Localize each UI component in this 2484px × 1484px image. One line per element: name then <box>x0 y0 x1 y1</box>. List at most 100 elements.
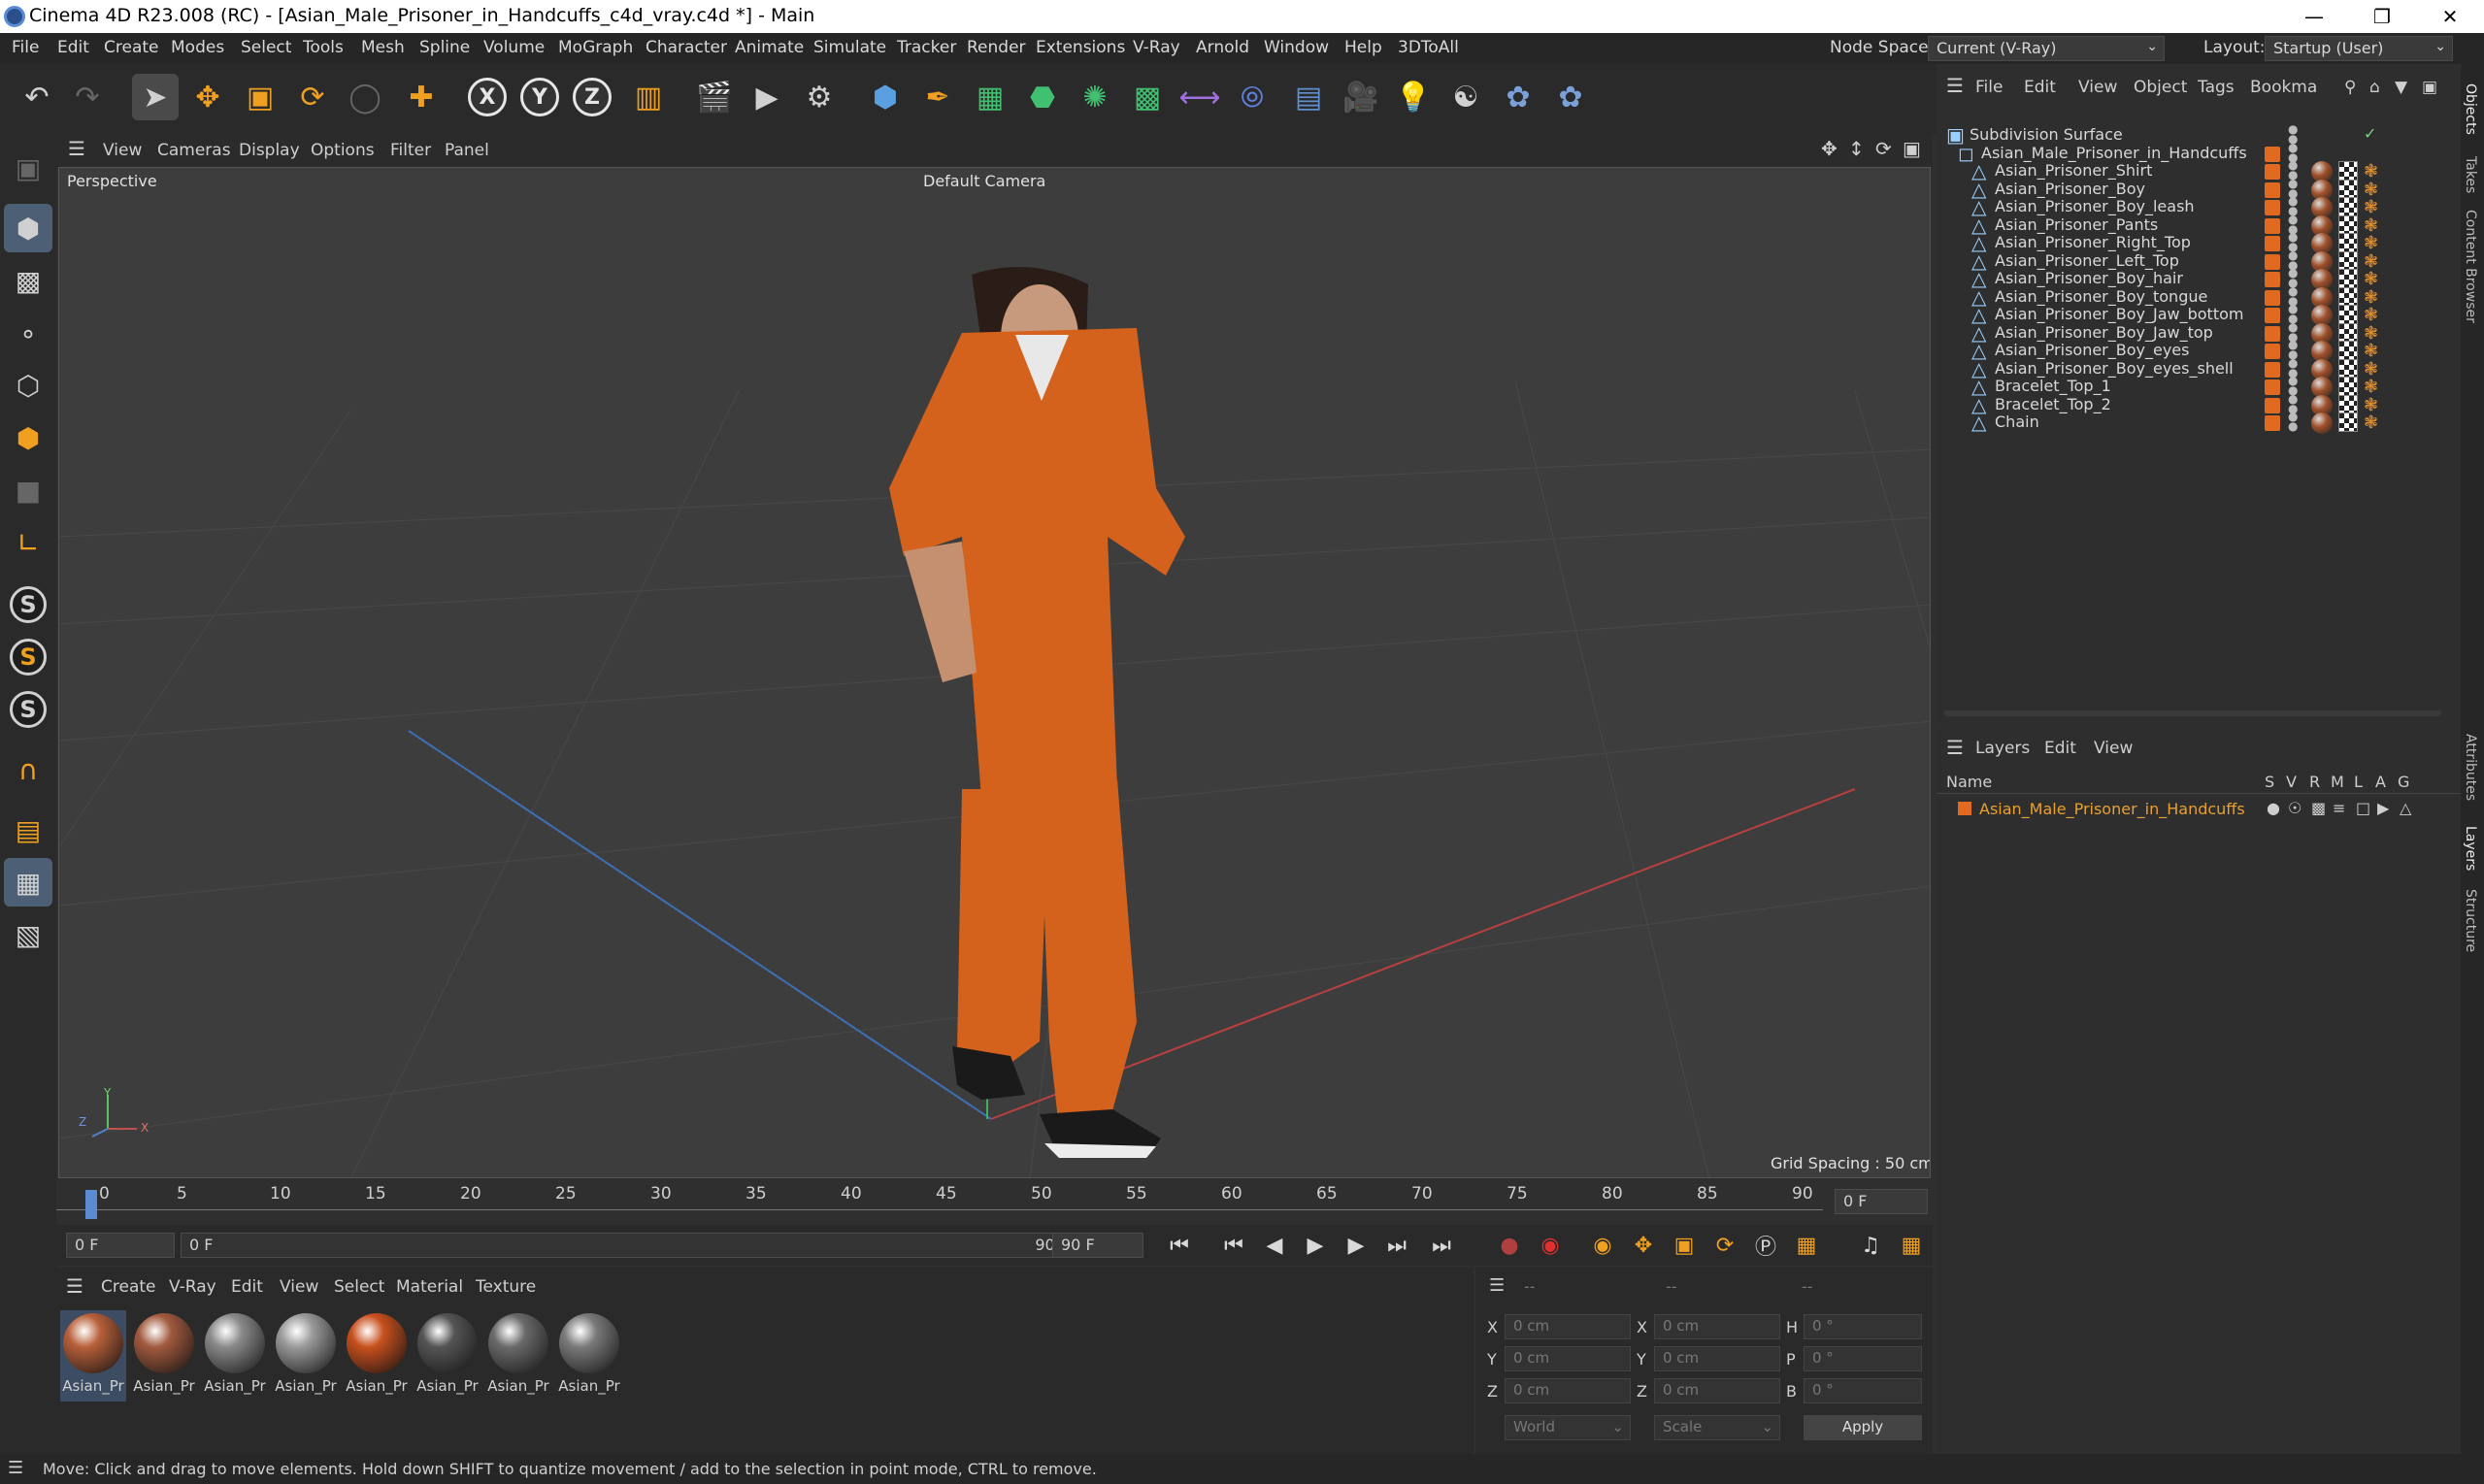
key-pla-icon[interactable]: ▦ <box>1790 1229 1823 1262</box>
size-z-field[interactable]: 0 cm <box>1654 1378 1780 1403</box>
extrude-icon[interactable]: ⬣ <box>1019 74 1066 120</box>
viewport-zoom-icon[interactable]: ↕ <box>1848 137 1865 160</box>
object-menu-tags[interactable]: Tags <box>2198 78 2235 97</box>
menu-create[interactable]: Create <box>104 38 159 57</box>
menu-arnold[interactable]: Arnold <box>1196 38 1249 57</box>
render-view-icon[interactable]: ▶ <box>744 74 790 120</box>
layer-color-swatch[interactable] <box>1958 802 1971 815</box>
position-x-field[interactable]: 0 cm <box>1505 1314 1631 1339</box>
visible-eye-icon[interactable]: ☉ <box>2288 799 2302 817</box>
pen-spline-icon[interactable]: ✒ <box>914 74 961 120</box>
cube-icon[interactable]: ⬢ <box>862 74 909 120</box>
tab-objects[interactable]: Objects <box>2463 83 2478 135</box>
tab-takes[interactable]: Takes <box>2463 156 2478 193</box>
tab-structure[interactable]: Structure <box>2463 889 2478 952</box>
point-mode-icon[interactable]: ∘ <box>4 309 52 357</box>
phong-tag-icon[interactable]: ❃ <box>2364 412 2378 433</box>
hamburger-icon[interactable]: ☰ <box>68 137 85 160</box>
material-menu-texture[interactable]: Texture <box>476 1277 536 1297</box>
render-settings-icon[interactable]: ⚙ <box>796 74 843 120</box>
minimize-button[interactable]: — <box>2280 0 2348 33</box>
layout-dropdown[interactable]: Startup (User) ⌄ <box>2265 36 2453 61</box>
animation-icon[interactable]: ▶ <box>2377 799 2389 817</box>
timeline-window-icon[interactable]: ▦ <box>1895 1229 1928 1262</box>
hamburger-icon[interactable]: ☰ <box>1489 1275 1505 1296</box>
python-icon[interactable]: ✿ <box>1495 74 1541 120</box>
mograph-icon[interactable]: ▩ <box>1124 74 1171 120</box>
viewport-menu-options[interactable]: Options <box>311 141 375 160</box>
vray-icon[interactable]: ☯ <box>1442 74 1489 120</box>
object-menu-view[interactable]: View <box>2078 78 2117 97</box>
home-icon[interactable]: ⌂ <box>2369 78 2380 97</box>
menu-select[interactable]: Select <box>241 38 291 57</box>
object-mode-icon[interactable]: ⬢ <box>4 204 52 252</box>
material-menu-edit[interactable]: Edit <box>231 1277 263 1297</box>
key-rotation-icon[interactable]: ⟳ <box>1708 1229 1741 1262</box>
texture-mode-icon[interactable]: ▩ <box>4 256 52 305</box>
move-tool-button[interactable]: ✥ <box>184 74 231 120</box>
light-icon[interactable]: 💡 <box>1390 74 1437 120</box>
rotation-b-field[interactable]: 0 ° <box>1804 1378 1922 1403</box>
node-space-dropdown[interactable]: Current (V-Ray) ⌄ <box>1928 36 2165 61</box>
timeline-ruler[interactable]: 0 5 10 15 20 25 30 35 40 45 50 55 60 65 … <box>56 1180 1933 1223</box>
render-icon[interactable]: ▩ <box>2311 799 2326 817</box>
keyframe-selection-icon[interactable]: ◉ <box>1586 1229 1619 1262</box>
current-frame-field[interactable]: 0 F <box>1835 1189 1928 1214</box>
end-frame-field[interactable]: 90 F <box>1052 1233 1143 1258</box>
key-parameter-icon[interactable]: Ⓟ <box>1749 1229 1782 1262</box>
tab-content-browser[interactable]: Content Browser <box>2463 210 2478 323</box>
rotation-h-field[interactable]: 0 ° <box>1804 1314 1922 1339</box>
object-menu-file[interactable]: File <box>1975 78 2003 97</box>
coordinate-system-dropdown[interactable]: World ⌄ <box>1505 1415 1631 1440</box>
redo-button[interactable]: ↷ <box>64 74 111 120</box>
play-icon[interactable]: ▶ <box>1299 1229 1332 1262</box>
material-thumbnail[interactable]: Asian_Pr <box>485 1310 551 1402</box>
menu-mograph[interactable]: MoGraph <box>558 38 633 57</box>
coordinate-system-button[interactable]: ▥ <box>625 74 672 120</box>
object-name[interactable]: Chain <box>1995 412 2039 431</box>
viewport-maximize-icon[interactable]: ▣ <box>1903 137 1921 160</box>
range-slider[interactable]: 0 F90 F <box>181 1233 1083 1258</box>
menu-tools[interactable]: Tools <box>303 38 344 57</box>
layer-row[interactable]: Asian_Male_Prisoner_in_Handcuffs ● ☉ ▩ ≡… <box>1937 796 2461 823</box>
record-icon[interactable]: ● <box>1493 1229 1526 1262</box>
layer-color-swatch[interactable] <box>2265 415 2280 431</box>
size-x-field[interactable]: 0 cm <box>1654 1314 1780 1339</box>
menu-animate[interactable]: Animate <box>735 38 804 57</box>
menu-file[interactable]: File <box>12 38 39 57</box>
quantize-icon[interactable]: S <box>4 685 52 734</box>
workplane-icon[interactable]: ▤ <box>4 806 52 854</box>
layers-menu-layers[interactable]: Layers <box>1975 739 2030 758</box>
tab-attributes[interactable]: Attributes <box>2463 734 2478 801</box>
object-row[interactable]: △ Chain ❃ ● ● <box>1937 408 2441 437</box>
object-scrollbar[interactable] <box>1944 710 2441 716</box>
object-menu-bookmarks[interactable]: Bookma <box>2250 78 2317 97</box>
tab-layers[interactable]: Layers <box>2463 826 2478 871</box>
cloner-icon[interactable]: ✺ <box>1072 74 1118 120</box>
select-tool-button[interactable]: ➤ <box>132 74 179 120</box>
autokey-icon[interactable]: ◉ <box>1534 1229 1567 1262</box>
key-position-icon[interactable]: ✥ <box>1627 1229 1660 1262</box>
undo-button[interactable]: ↶ <box>14 74 60 120</box>
uv-mode-icon[interactable]: ■ <box>4 466 52 514</box>
material-thumbnail[interactable]: Asian_Pr <box>414 1310 480 1402</box>
menu-mesh[interactable]: Mesh <box>361 38 405 57</box>
recent-tool-button[interactable]: ◯ <box>342 74 388 120</box>
menu-modes[interactable]: Modes <box>171 38 224 57</box>
previous-key-icon[interactable]: ⏮ <box>1217 1229 1250 1262</box>
menu-vray[interactable]: V-Ray <box>1133 38 1180 57</box>
viewport-menu-filter[interactable]: Filter <box>390 141 431 160</box>
rotate-tool-button[interactable]: ⟳ <box>289 74 336 120</box>
viewport-menu-view[interactable]: View <box>103 141 142 160</box>
material-thumbnail[interactable]: Asian_Pr <box>344 1310 410 1402</box>
key-scale-icon[interactable]: ▣ <box>1668 1229 1701 1262</box>
menu-volume[interactable]: Volume <box>483 38 545 57</box>
next-frame-icon[interactable]: ▶ <box>1340 1229 1373 1262</box>
new-window-icon[interactable]: ▣ <box>2422 78 2437 97</box>
manager-icon[interactable]: ≡ <box>2333 799 2345 817</box>
menu-help[interactable]: Help <box>1344 38 1382 57</box>
motion-system-icon[interactable]: ♫ <box>1854 1229 1887 1262</box>
menu-character[interactable]: Character <box>646 38 727 57</box>
polygon-mode-icon[interactable]: ⬢ <box>4 413 52 462</box>
viewport-menu-display[interactable]: Display <box>239 141 300 160</box>
